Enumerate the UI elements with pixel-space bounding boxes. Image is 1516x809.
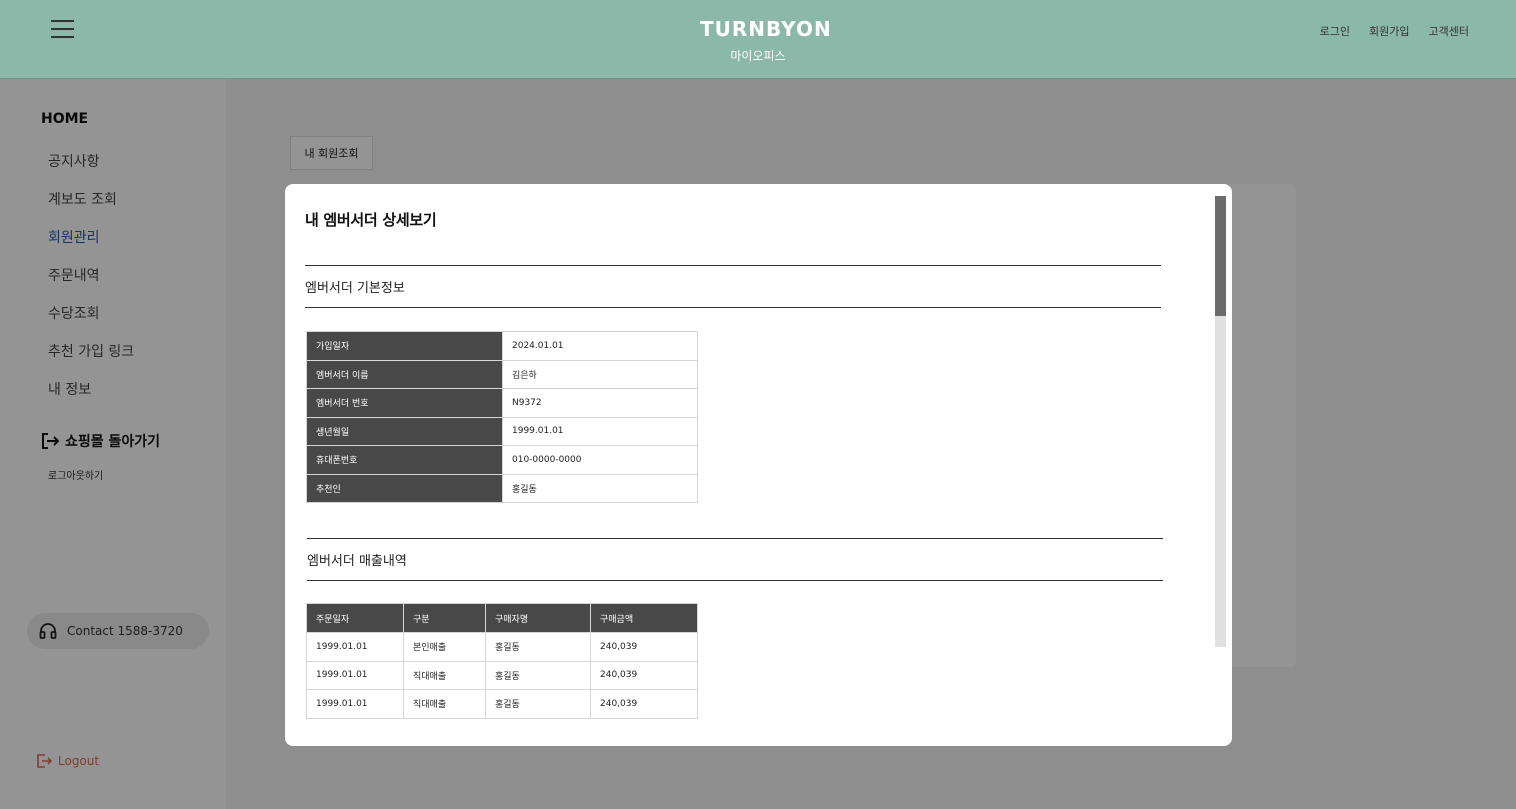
info-row: 휴대폰번호 010-0000-0000 — [306, 445, 698, 475]
type-cell: 직대매출 — [403, 689, 486, 719]
order-date-cell: 1999.01.01 — [306, 689, 404, 719]
info-label: 엠버서더 이름 — [306, 359, 503, 389]
modal-scrollbar-thumb[interactable] — [1215, 196, 1226, 316]
info-row: 추천인 홍길동 — [306, 473, 698, 503]
info-value: 1999.01.01 — [502, 416, 698, 446]
header-subtitle: 마이오피스 — [730, 49, 786, 63]
info-row: 생년월일 1999.01.01 — [306, 416, 698, 446]
info-value: N9372 — [502, 388, 698, 418]
modal-title: 내 엠버서더 상세보기 — [305, 211, 437, 229]
amount-cell: 240,039 — [590, 660, 698, 690]
info-row: 엠버서더 이름 김은하 — [306, 359, 698, 389]
info-value: 010-0000-0000 — [502, 445, 698, 475]
order-date-cell: 1999.01.01 — [306, 632, 404, 662]
login-link[interactable]: 로그인 — [1320, 23, 1350, 39]
buyer-cell: 홍길동 — [485, 660, 591, 690]
info-row: 엠버서더 번호 N9372 — [306, 388, 698, 418]
signup-link[interactable]: 회원가입 — [1369, 23, 1409, 39]
type-cell: 본인매출 — [403, 632, 486, 662]
table-row: 1999.01.01 직대매출 홍길동 240,039 — [306, 689, 698, 719]
info-value: 김은하 — [502, 359, 698, 389]
top-header: TURNBYON 마이오피스 로그인 회원가입 고객센터 — [0, 0, 1516, 79]
info-value: 2024.01.01 — [502, 331, 698, 361]
column-header-order-date: 주문일자 — [306, 603, 404, 633]
sales-table: 주문일자 구분 구매자명 구매금액 1999.01.01 본인매출 홍길동 240,0… — [306, 603, 698, 719]
logo[interactable]: TURNBYON — [700, 17, 831, 41]
basic-info-table: 가입일자 2024.01.01 엠버서더 이름 김은하 엠버서더 번호 N9372 생년월일… — [306, 331, 698, 503]
info-row: 가입일자 2024.01.01 — [306, 331, 698, 361]
column-header-buyer: 구매자명 — [485, 603, 591, 633]
info-label: 휴대폰번호 — [306, 445, 503, 475]
info-label: 생년월일 — [306, 416, 503, 446]
type-cell: 직대매출 — [403, 660, 486, 690]
ambassador-detail-modal: 내 엠버서더 상세보기 엠버서더 기본정보 가입일자 2024.01.01 엠버서더… — [285, 184, 1232, 746]
table-row: 1999.01.01 본인매출 홍길동 240,039 — [306, 632, 698, 662]
amount-cell: 240,039 — [590, 632, 698, 662]
support-link[interactable]: 고객센터 — [1429, 23, 1469, 39]
table-row: 1999.01.01 직대매출 홍길동 240,039 — [306, 660, 698, 690]
info-label: 추천인 — [306, 473, 503, 503]
order-date-cell: 1999.01.01 — [306, 660, 404, 690]
column-header-amount: 구매금액 — [590, 603, 698, 633]
buyer-cell: 홍길동 — [485, 689, 591, 719]
menu-icon[interactable] — [51, 20, 74, 39]
column-header-type: 구분 — [403, 603, 486, 633]
sales-section-title: 엠버서더 매출내역 — [307, 538, 1163, 581]
amount-cell: 240,039 — [590, 689, 698, 719]
info-value: 홍길동 — [502, 473, 698, 503]
top-links: 로그인 회원가입 고객센터 — [1320, 23, 1469, 39]
basic-info-section-title: 엠버서더 기본정보 — [305, 265, 1161, 308]
buyer-cell: 홍길동 — [485, 632, 591, 662]
sales-table-header-row: 주문일자 구분 구매자명 구매금액 — [306, 603, 698, 633]
info-label: 가입일자 — [306, 331, 503, 361]
info-label: 엠버서더 번호 — [306, 388, 503, 418]
